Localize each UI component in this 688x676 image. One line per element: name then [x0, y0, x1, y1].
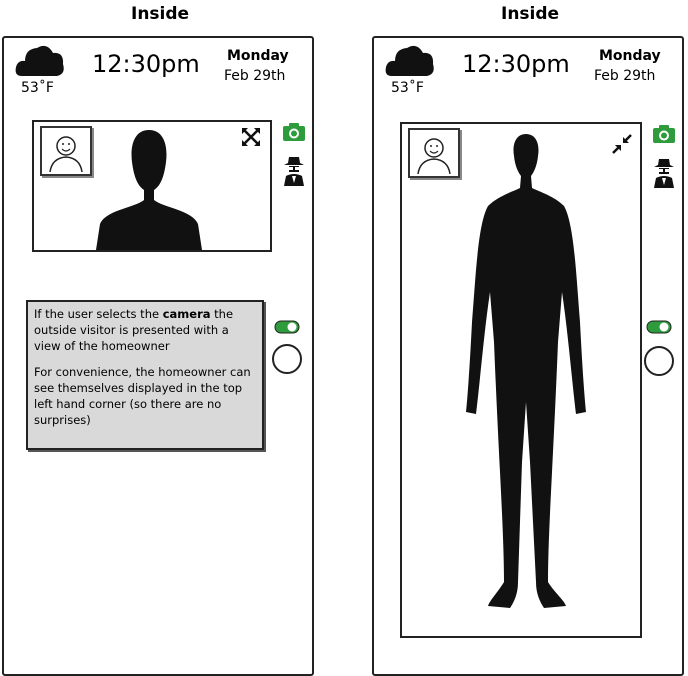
annotation-note: If the user selects the camera the outsi…	[26, 300, 264, 450]
clock: 12:30pm	[462, 50, 570, 78]
round-button[interactable]	[644, 346, 674, 376]
temperature: 53˚F	[21, 80, 54, 96]
camera-icon[interactable]	[282, 122, 306, 142]
day-label: Monday	[599, 48, 661, 64]
video-feed-fullscreen[interactable]	[400, 122, 642, 638]
right-panel-title: Inside	[501, 4, 560, 24]
visitor-silhouette	[96, 130, 202, 250]
self-view-thumbnail	[40, 126, 92, 176]
note-paragraph: For convenience, the homeowner can see t…	[34, 365, 251, 427]
day-label: Monday	[227, 48, 289, 64]
round-button[interactable]	[272, 344, 302, 374]
toggle-on-icon[interactable]	[646, 320, 672, 334]
visitor-silhouette-full	[466, 134, 586, 608]
clock: 12:30pm	[92, 50, 200, 78]
temperature: 53˚F	[391, 80, 424, 96]
collapse-icon[interactable]	[612, 134, 632, 154]
note-text: If the user selects the	[34, 307, 163, 321]
cloud-icon	[385, 45, 434, 76]
left-panel-title: Inside	[131, 4, 190, 24]
right-device-screen: 53˚F 12:30pm Monday Feb 29th	[372, 36, 684, 676]
date-label: Feb 29th	[594, 68, 656, 84]
toggle-on-icon[interactable]	[274, 320, 300, 334]
left-device-screen: 53˚F 12:30pm Monday Feb 29th If the user…	[2, 36, 314, 676]
date-label: Feb 29th	[224, 68, 286, 84]
spy-icon[interactable]	[652, 158, 676, 188]
note-bold-word: camera	[162, 307, 211, 321]
spy-icon[interactable]	[282, 156, 306, 186]
video-feed[interactable]	[32, 120, 272, 252]
expand-icon[interactable]	[240, 126, 262, 148]
cloud-icon	[15, 45, 64, 76]
camera-icon[interactable]	[652, 124, 676, 144]
self-view-thumbnail	[408, 128, 460, 178]
